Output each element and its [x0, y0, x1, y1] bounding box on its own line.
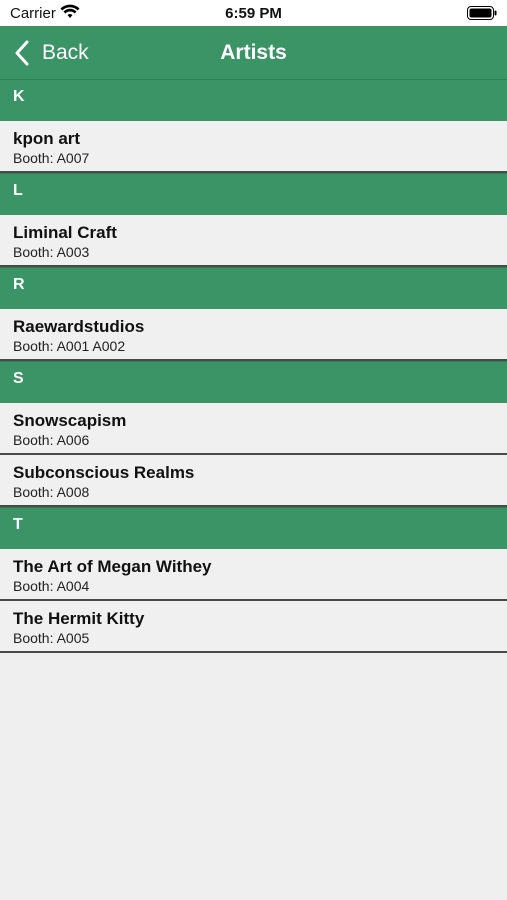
list-item[interactable]: The Art of Megan Withey Booth: A004 — [0, 549, 507, 601]
booth-label: Booth: A007 — [13, 150, 90, 166]
page-title: Artists — [220, 41, 287, 64]
list-item[interactable]: Raewardstudios Booth: A001 A002 — [0, 309, 507, 361]
section-header: K — [0, 79, 507, 121]
artist-name: The Hermit Kitty — [13, 609, 145, 628]
artist-name: kpon art — [13, 129, 81, 148]
booth-label: Booth: A001 A002 — [13, 338, 126, 354]
artist-list: K kpon art Booth: A007 L Liminal Craft B… — [0, 79, 507, 653]
list-item[interactable]: Snowscapism Booth: A006 — [0, 403, 507, 455]
section-header: R — [0, 267, 507, 309]
artist-name: Subconscious Realms — [13, 463, 195, 482]
clock: 6:59 PM — [225, 5, 282, 22]
booth-label: Booth: A008 — [13, 484, 90, 500]
list-item[interactable]: Subconscious Realms Booth: A008 — [0, 455, 507, 507]
list-item[interactable]: Liminal Craft Booth: A003 — [0, 215, 507, 267]
list-item[interactable]: The Hermit Kitty Booth: A005 — [0, 601, 507, 653]
artist-name: Snowscapism — [13, 411, 127, 430]
list-item[interactable]: kpon art Booth: A007 — [0, 121, 507, 173]
booth-label: Booth: A005 — [13, 630, 90, 646]
navigation-bar: Back Artists — [0, 26, 507, 79]
booth-label: Booth: A004 — [13, 578, 90, 594]
booth-label: Booth: A006 — [13, 432, 90, 448]
battery-icon — [467, 6, 497, 20]
status-bar: Carrier 6:59 PM — [0, 0, 507, 26]
section-header: T — [0, 507, 507, 549]
section-header: L — [0, 173, 507, 215]
artist-name: The Art of Megan Withey — [13, 557, 212, 576]
artist-name: Liminal Craft — [13, 223, 117, 242]
booth-label: Booth: A003 — [13, 244, 90, 260]
artist-name: Raewardstudios — [13, 317, 145, 336]
section-header: S — [0, 361, 507, 403]
